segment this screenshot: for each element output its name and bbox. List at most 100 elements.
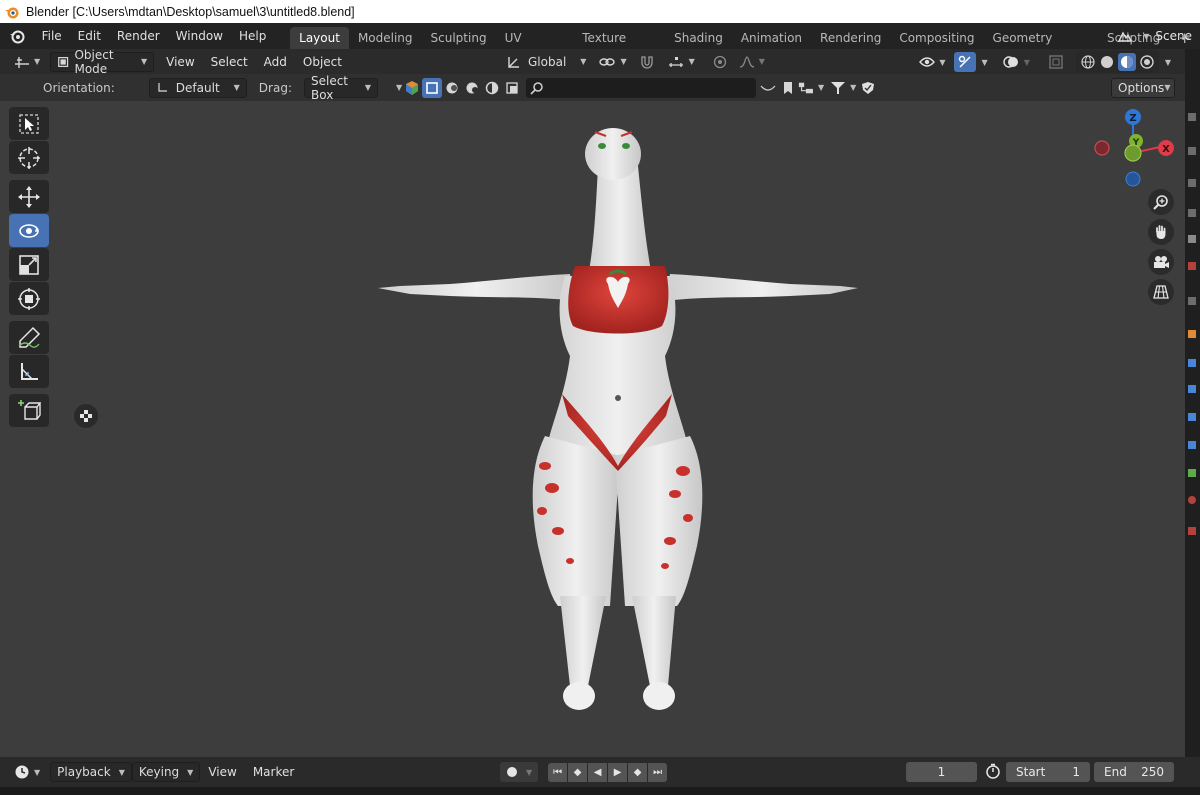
select-mode-extend[interactable] (442, 78, 462, 98)
solid-shading-icon[interactable] (1099, 54, 1115, 70)
editor-type-button[interactable]: ▼ (8, 52, 46, 72)
chevron-down-icon[interactable]: ▼ (1165, 58, 1171, 67)
scene-properties-icon[interactable] (1188, 235, 1196, 243)
select-box-tool[interactable] (9, 107, 49, 140)
rotate-tool[interactable] (9, 214, 49, 247)
select-mode-set[interactable] (422, 77, 443, 98)
proportional-editing-toggle[interactable] (707, 52, 733, 72)
snap-target-button[interactable]: ▼ (661, 52, 701, 72)
select-mode-invert[interactable] (482, 78, 502, 98)
jump-start-button[interactable]: ⏮ (548, 762, 568, 782)
tab-modeling[interactable]: Modeling (349, 27, 422, 49)
scene-selector[interactable]: ▼ Scene (1117, 23, 1200, 49)
keying-menu[interactable]: Keying ▼ (131, 762, 201, 782)
navigation-gizmo[interactable]: Z X Y (1090, 107, 1180, 189)
wireframe-shading-icon[interactable] (1080, 54, 1096, 70)
material-properties-icon[interactable] (1188, 496, 1196, 504)
tab-texture-paint[interactable]: Texture Paint (573, 27, 665, 67)
transform-orientation-selector[interactable]: Global ▼ (500, 52, 592, 72)
blender-menu-button[interactable] (0, 23, 34, 49)
overlays-toggle[interactable]: ▼ (996, 52, 1036, 72)
preview-range-toggle[interactable] (985, 763, 1001, 782)
current-frame-field[interactable]: 1 (906, 762, 977, 782)
orientation-dropdown[interactable]: Default ▼ (148, 77, 247, 98)
outliner-search-input[interactable] (526, 77, 757, 98)
start-frame-field[interactable]: Start 1 (1006, 762, 1090, 782)
texture-properties-icon[interactable] (1188, 527, 1196, 535)
play-reverse-button[interactable]: ◀ (588, 762, 608, 782)
material-preview-shading-button[interactable] (1117, 53, 1136, 71)
move-tool[interactable] (9, 180, 49, 213)
add-cube-tool[interactable] (9, 394, 49, 427)
tab-rendering[interactable]: Rendering (811, 27, 890, 49)
filter-dropdown[interactable]: ▼ (828, 78, 858, 98)
menu-window[interactable]: Window (168, 23, 231, 49)
view-layer-properties-icon[interactable] (1188, 209, 1196, 217)
tab-animation[interactable]: Animation (732, 27, 811, 49)
auto-keying-toggle[interactable]: ▼ (500, 762, 539, 782)
pan-button[interactable] (1148, 219, 1174, 245)
tab-geometry-nodes[interactable]: Geometry Nodes (984, 27, 1099, 67)
tab-sculpting[interactable]: Sculpting (422, 27, 496, 49)
tab-compositing[interactable]: Compositing (890, 27, 983, 49)
gizmo-neg-z-axis[interactable] (1125, 171, 1141, 187)
menu-help[interactable]: Help (231, 23, 274, 49)
tool-properties-icon[interactable] (1188, 113, 1196, 121)
particles-properties-icon[interactable] (1188, 385, 1196, 393)
data-properties-icon[interactable] (1188, 469, 1196, 477)
gizmo-neg-y-axis[interactable] (1124, 144, 1142, 162)
zoom-button[interactable] (1148, 189, 1174, 215)
timeline-marker-menu[interactable]: Marker (245, 759, 302, 785)
world-properties-icon[interactable] (1188, 262, 1196, 270)
output-properties-icon[interactable] (1188, 179, 1196, 187)
options-dropdown[interactable]: Options ▼ (1111, 77, 1175, 98)
character-model[interactable] (370, 126, 870, 726)
tab-layout[interactable]: Layout (290, 27, 349, 49)
bookmark-toggle[interactable] (778, 78, 798, 98)
collection-properties-icon[interactable] (1188, 297, 1196, 305)
filter-toggle[interactable] (758, 78, 778, 98)
transform-tool[interactable] (9, 282, 49, 315)
end-frame-field[interactable]: End 250 (1094, 762, 1174, 782)
cursor-tool[interactable] (9, 141, 49, 174)
constraints-properties-icon[interactable] (1188, 441, 1196, 449)
tab-uv-editing[interactable]: UV Editing (496, 27, 574, 67)
gizmo-neg-x-axis[interactable] (1094, 140, 1110, 156)
object-type-visibility-icon[interactable] (402, 78, 422, 98)
3d-viewport[interactable]: Z X Y (0, 101, 1185, 757)
perspective-toggle-button[interactable] (1148, 279, 1174, 305)
camera-view-button[interactable] (1148, 249, 1174, 275)
scale-tool[interactable] (9, 248, 49, 281)
next-keyframe-button[interactable]: ◆ (628, 762, 648, 782)
timeline-view-menu[interactable]: View (200, 759, 244, 785)
object-visibility-button[interactable]: ▼ (913, 52, 951, 72)
menu-select[interactable]: Select (203, 49, 256, 75)
modifier-properties-icon[interactable] (1188, 359, 1196, 367)
object-properties-icon[interactable] (1188, 330, 1196, 338)
chevron-down-icon[interactable]: ▼ (982, 58, 988, 67)
menu-edit[interactable]: Edit (70, 23, 109, 49)
mode-selector[interactable]: Object Mode ▼ (50, 48, 155, 76)
measure-tool[interactable] (9, 355, 49, 388)
proportional-falloff-button[interactable]: ▼ (733, 52, 771, 72)
drag-dropdown[interactable]: Select Box ▼ (303, 74, 378, 102)
menu-render[interactable]: Render (109, 23, 168, 49)
menu-view[interactable]: View (158, 49, 202, 75)
pivot-point-button[interactable]: ▼ (592, 52, 632, 72)
menu-add[interactable]: Add (256, 49, 295, 75)
prev-keyframe-button[interactable]: ◆ (568, 762, 588, 782)
play-button[interactable]: ▶ (608, 762, 628, 782)
menu-file[interactable]: File (34, 23, 70, 49)
snap-toggle[interactable] (633, 52, 661, 72)
select-mode-intersect[interactable] (502, 78, 522, 98)
annotate-tool[interactable] (9, 321, 49, 354)
tab-shading[interactable]: Shading (665, 27, 732, 49)
playback-menu[interactable]: Playback ▼ (50, 762, 132, 782)
gizmo-toggle[interactable] (953, 52, 976, 72)
timeline-editor-type-button[interactable]: ▼ (8, 762, 46, 782)
select-mode-subtract[interactable] (462, 78, 482, 98)
outliner-display-toggle[interactable]: ▼ (798, 78, 824, 98)
xray-toggle[interactable] (1042, 52, 1070, 72)
render-properties-icon[interactable] (1188, 147, 1196, 155)
restrict-toggle[interactable] (858, 78, 878, 98)
